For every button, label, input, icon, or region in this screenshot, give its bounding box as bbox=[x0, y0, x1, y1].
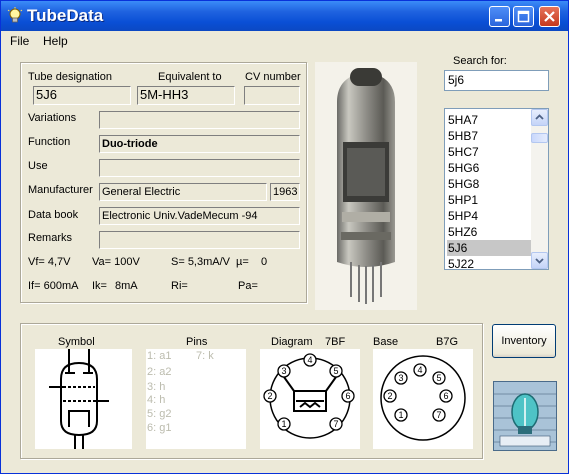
equivalent-label: Equivalent to bbox=[158, 71, 222, 83]
databook-label: Data book bbox=[28, 209, 79, 221]
close-icon bbox=[544, 11, 555, 22]
designation-label: Tube designation bbox=[28, 71, 112, 83]
diagram-pin-4: 4 bbox=[307, 355, 312, 365]
base-diagram: 1 2 3 4 5 6 7 bbox=[260, 349, 360, 449]
scroll-up-button[interactable] bbox=[531, 109, 548, 126]
title-bar[interactable]: TubeData bbox=[1, 1, 568, 31]
scroll-thumb[interactable] bbox=[531, 133, 548, 143]
diagram-code: 7BF bbox=[325, 336, 346, 348]
equivalent-field[interactable]: 5M-HH3 bbox=[137, 86, 235, 105]
pin-7: 7: k bbox=[196, 350, 214, 362]
pinout-diagram-icon: 1 2 3 4 5 6 7 bbox=[263, 353, 355, 439]
pin-1: 1: a1 bbox=[147, 350, 172, 362]
maximize-button[interactable] bbox=[513, 6, 534, 27]
scroll-down-button[interactable] bbox=[531, 252, 548, 269]
base-pin-1: 1 bbox=[398, 410, 403, 420]
search-label: Search for: bbox=[453, 55, 507, 67]
use-field[interactable] bbox=[99, 159, 300, 177]
tube-list-item[interactable]: 5HZ6 bbox=[447, 224, 532, 240]
diagram-pin-3: 3 bbox=[281, 366, 286, 376]
designation-field[interactable]: 5J6 bbox=[33, 86, 131, 105]
list-scrollbar[interactable] bbox=[531, 109, 548, 269]
tube-photo bbox=[315, 62, 417, 310]
base-label: Base bbox=[373, 336, 399, 348]
tube-list-item[interactable]: 5HC7 bbox=[447, 144, 532, 160]
tube-list-item[interactable]: 5HP1 bbox=[447, 192, 532, 208]
pa-label: Pa= bbox=[238, 280, 258, 292]
tube-list-item[interactable]: 5HG6 bbox=[447, 160, 532, 176]
pins-list: 1: a1 2: a2 3: h 4: h 5: g2 6: g1 7: k bbox=[146, 349, 246, 449]
main-window: TubeData File Help Tube designation Equi… bbox=[0, 0, 569, 474]
mu-value: 0 bbox=[261, 256, 268, 268]
app-logo bbox=[493, 381, 557, 451]
close-button[interactable] bbox=[539, 6, 560, 27]
tube-list-item[interactable]: 5HG8 bbox=[447, 176, 532, 192]
pin-4: 4: h bbox=[147, 394, 166, 406]
window-title: TubeData bbox=[27, 6, 104, 25]
base-pin-5: 5 bbox=[436, 373, 441, 383]
menu-file[interactable]: File bbox=[10, 34, 29, 48]
scroll-up-icon bbox=[535, 114, 544, 120]
pin-6: 6: g1 bbox=[147, 422, 172, 434]
tube-list-item[interactable]: 5J22 bbox=[447, 256, 532, 272]
diagram-pin-6: 6 bbox=[345, 391, 350, 401]
duo-triode-symbol-icon bbox=[49, 349, 109, 449]
use-label: Use bbox=[28, 160, 48, 172]
base-pin-layout-icon: 1 2 3 4 5 6 7 bbox=[380, 355, 466, 441]
s-value: S= 5,3mA/V bbox=[171, 256, 231, 268]
variations-label: Variations bbox=[28, 112, 77, 124]
tube-logo-icon bbox=[494, 382, 556, 450]
diagram-pin-2: 2 bbox=[267, 391, 272, 401]
variations-field[interactable] bbox=[99, 111, 300, 129]
symbol-label: Symbol bbox=[58, 336, 95, 348]
tube-list-item[interactable]: 5HP4 bbox=[447, 208, 532, 224]
function-label: Function bbox=[28, 136, 71, 148]
pin-2: 2: a2 bbox=[147, 366, 172, 378]
ri-label: Ri= bbox=[171, 280, 188, 292]
pin-3: 3: h bbox=[147, 381, 166, 393]
function-field[interactable]: Duo-triode bbox=[99, 135, 300, 153]
minimize-button[interactable] bbox=[489, 6, 510, 27]
menu-bar: File Help bbox=[1, 31, 568, 51]
diagram-pin-7: 7 bbox=[333, 419, 338, 429]
va-value: Va= 100V bbox=[92, 256, 140, 268]
base-view: 1 2 3 4 5 6 7 bbox=[373, 349, 473, 449]
pin-5: 5: g2 bbox=[147, 408, 172, 420]
scroll-down-icon bbox=[535, 258, 544, 264]
pins-label: Pins bbox=[186, 336, 208, 348]
maximize-icon bbox=[517, 10, 530, 23]
menu-help[interactable]: Help bbox=[43, 34, 68, 48]
remarks-label: Remarks bbox=[28, 232, 73, 244]
base-pin-2: 2 bbox=[387, 391, 392, 401]
diagram-pin-5: 5 bbox=[333, 366, 338, 376]
base-pin-6: 6 bbox=[443, 391, 448, 401]
base-pin-3: 3 bbox=[398, 373, 403, 383]
search-input[interactable]: 5j6 bbox=[444, 70, 549, 91]
tube-list-item[interactable]: 5HA7 bbox=[447, 112, 532, 128]
cv-label: CV number bbox=[245, 71, 301, 83]
databook-field[interactable]: Electronic Univ.VadeMecum -94 bbox=[99, 207, 300, 225]
inventory-button[interactable]: Inventory bbox=[492, 324, 556, 358]
base-pin-7: 7 bbox=[436, 410, 441, 420]
diagram-pin-1: 1 bbox=[281, 419, 286, 429]
manufacturer-label: Manufacturer bbox=[28, 184, 93, 196]
lightbulb-icon bbox=[7, 7, 23, 23]
minimize-icon bbox=[495, 19, 502, 22]
vf-value: Vf= 4,7V bbox=[28, 256, 71, 268]
tube-listbox[interactable]: 5HA7 5HB7 5HC7 5HG6 5HG8 5HP1 5HP4 5HZ6 5J6 5J22 bbox=[444, 108, 549, 272]
tube-list-item[interactable]: 5J6 bbox=[447, 240, 532, 256]
base-code: B7G bbox=[436, 336, 459, 348]
tube-list-item[interactable]: 5HB7 bbox=[447, 128, 532, 144]
diagram-label: Diagram bbox=[271, 336, 313, 348]
tube-symbol bbox=[35, 349, 132, 449]
mu-label: µ= bbox=[236, 256, 249, 268]
remarks-field[interactable] bbox=[99, 231, 300, 249]
ik-label: Ik= bbox=[92, 280, 107, 292]
cv-field[interactable] bbox=[244, 86, 300, 105]
manufacturer-field[interactable]: General Electric bbox=[99, 183, 267, 201]
base-pin-4: 4 bbox=[417, 365, 422, 375]
year-field[interactable]: 1963 bbox=[270, 183, 300, 201]
ik-value: 8mA bbox=[115, 280, 138, 292]
if-value: If= 600mA bbox=[28, 280, 79, 292]
